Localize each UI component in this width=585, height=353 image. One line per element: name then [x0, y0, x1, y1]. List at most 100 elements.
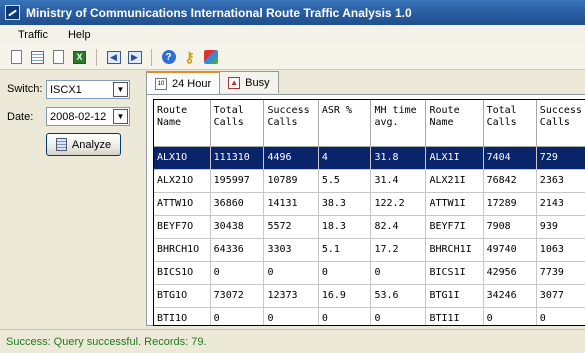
table-cell[interactable]: 82.4	[370, 215, 427, 239]
table-cell[interactable]: ATTW1I	[425, 192, 484, 216]
table-cell[interactable]: 0	[210, 307, 265, 325]
table-row[interactable]: BHRCH1O 64336 3303 5.1 17.2 BHRCH1I 49740 1063	[154, 238, 585, 262]
table-cell[interactable]: 111310	[210, 146, 265, 170]
table-cell[interactable]: 17.2	[370, 238, 427, 262]
table-cell[interactable]: 49740	[483, 238, 537, 262]
title-bar[interactable]: Ministry of Communications International…	[0, 0, 585, 25]
column-header[interactable]: Route Name	[425, 100, 484, 147]
table-row[interactable]: BEYF7O 30438 5572 18.3 82.4 BEYF7I 7908 939	[154, 215, 585, 239]
table-cell[interactable]: 12373	[263, 284, 319, 308]
table-cell[interactable]: 31.4	[370, 169, 427, 193]
table-cell[interactable]: 73072	[210, 284, 265, 308]
menu-help[interactable]: Help	[58, 29, 101, 41]
table-cell[interactable]: 53.6	[370, 284, 427, 308]
table-cell[interactable]: BTG1I	[425, 284, 484, 308]
menu-traffic[interactable]: Traffic	[8, 29, 58, 41]
table-cell[interactable]: 0	[263, 307, 319, 325]
table-cell[interactable]: BICS1I	[425, 261, 484, 285]
switch-select[interactable]: ISCX1 ▼	[46, 80, 130, 99]
table-cell[interactable]: BTI1I	[425, 307, 484, 325]
table-cell[interactable]: 729	[536, 146, 585, 170]
table-cell[interactable]: BTG1O	[154, 284, 211, 308]
new-document-button[interactable]	[50, 49, 67, 66]
table-cell[interactable]: 36860	[210, 192, 265, 216]
table-cell[interactable]: 5572	[263, 215, 319, 239]
table-cell[interactable]: 0	[536, 307, 585, 325]
excel-export-button[interactable]: X	[71, 49, 88, 66]
table-cell[interactable]: ALX1O	[154, 146, 211, 170]
table-cell[interactable]: 4496	[263, 146, 319, 170]
table-cell[interactable]: 0	[210, 261, 265, 285]
table-cell[interactable]: 5.5	[318, 169, 372, 193]
table-cell[interactable]: 2143	[536, 192, 585, 216]
table-button[interactable]	[29, 49, 46, 66]
table-cell[interactable]: 18.3	[318, 215, 372, 239]
table-cell[interactable]: 0	[483, 307, 537, 325]
table-row[interactable]: BTI1O 0 0 0 0 BTI1I 0 0	[154, 307, 585, 325]
column-header[interactable]: ASR %	[318, 100, 372, 147]
table-cell[interactable]: ALX1I	[425, 146, 484, 170]
table-cell[interactable]: BTI1O	[154, 307, 211, 325]
results-grid[interactable]: Route Name Total Calls Success Calls ASR % M…	[153, 99, 585, 326]
column-header[interactable]: Route Name	[154, 100, 211, 147]
table-cell[interactable]: 4	[318, 146, 372, 170]
table-row[interactable]: ALX1O 111310 4496 4 31.8 ALX1I 7404 729	[154, 146, 585, 170]
table-cell[interactable]: 38.3	[318, 192, 372, 216]
back-button[interactable]: ◀	[105, 49, 122, 66]
table-cell[interactable]: 16.9	[318, 284, 372, 308]
table-cell[interactable]: 939	[536, 215, 585, 239]
table-cell[interactable]: 64336	[210, 238, 265, 262]
table-cell[interactable]: 122.2	[370, 192, 427, 216]
table-cell[interactable]: 0	[318, 261, 372, 285]
column-header[interactable]: Success Calls	[263, 100, 319, 147]
table-cell[interactable]: ALX21O	[154, 169, 211, 193]
table-cell[interactable]: 42956	[483, 261, 537, 285]
table-cell[interactable]: BHRCH1O	[154, 238, 211, 262]
report-button[interactable]	[8, 49, 25, 66]
column-header[interactable]: MH time avg.	[370, 100, 427, 147]
table-cell[interactable]: 5.1	[318, 238, 372, 262]
table-cell[interactable]: 3077	[536, 284, 585, 308]
analyze-button[interactable]: Analyze	[46, 133, 121, 156]
table-cell[interactable]: 14131	[263, 192, 319, 216]
table-cell[interactable]: 7404	[483, 146, 537, 170]
table-cell[interactable]: BEYF7I	[425, 215, 484, 239]
table-cell[interactable]: 0	[263, 261, 319, 285]
table-cell[interactable]: 195997	[210, 169, 265, 193]
table-cell[interactable]: ALX21I	[425, 169, 484, 193]
date-picker[interactable]: 2008-02-12 ▼	[46, 107, 130, 126]
table-cell[interactable]: 10789	[263, 169, 319, 193]
chevron-down-icon[interactable]: ▼	[113, 109, 128, 124]
table-cell[interactable]: 1063	[536, 238, 585, 262]
help-button[interactable]: ?	[160, 49, 177, 66]
table-cell[interactable]: 0	[370, 261, 427, 285]
table-cell[interactable]: BICS1O	[154, 261, 211, 285]
table-cell[interactable]: 7739	[536, 261, 585, 285]
table-row[interactable]: BTG1O 73072 12373 16.9 53.6 BTG1I 34246 3077	[154, 284, 585, 308]
tab-24-hour[interactable]: 10 24 Hour	[146, 71, 221, 94]
table-cell[interactable]: 0	[370, 307, 427, 325]
table-cell[interactable]: 76842	[483, 169, 537, 193]
tab-busy[interactable]: ▲ Busy	[219, 71, 279, 93]
table-cell[interactable]: 17289	[483, 192, 537, 216]
table-row[interactable]: BICS1O 0 0 0 0 BICS1I 42956 7739	[154, 261, 585, 285]
table-cell[interactable]: 3303	[263, 238, 319, 262]
table-cell[interactable]: 30438	[210, 215, 265, 239]
table-row[interactable]: ALX21O 195997 10789 5.5 31.4 ALX21I 76842 2363	[154, 169, 585, 193]
key-button[interactable]: ⚷	[181, 49, 198, 66]
column-header[interactable]: Total Calls	[483, 100, 537, 147]
column-header[interactable]: Total Calls	[210, 100, 265, 147]
table-cell[interactable]: 31.8	[370, 146, 427, 170]
table-cell[interactable]: 0	[318, 307, 372, 325]
table-cell[interactable]: 7908	[483, 215, 537, 239]
column-header[interactable]: Success Calls	[536, 100, 585, 147]
table-row[interactable]: ATTW1O 36860 14131 38.3 122.2 ATTW1I 17289 2143	[154, 192, 585, 216]
table-cell[interactable]: BEYF7O	[154, 215, 211, 239]
chevron-down-icon[interactable]: ▼	[113, 82, 128, 97]
table-cell[interactable]: 2363	[536, 169, 585, 193]
table-cell[interactable]: ATTW1O	[154, 192, 211, 216]
table-cell[interactable]: 34246	[483, 284, 537, 308]
table-cell[interactable]: BHRCH1I	[425, 238, 484, 262]
forward-button[interactable]: ▶	[126, 49, 143, 66]
cube-button[interactable]	[202, 49, 219, 66]
